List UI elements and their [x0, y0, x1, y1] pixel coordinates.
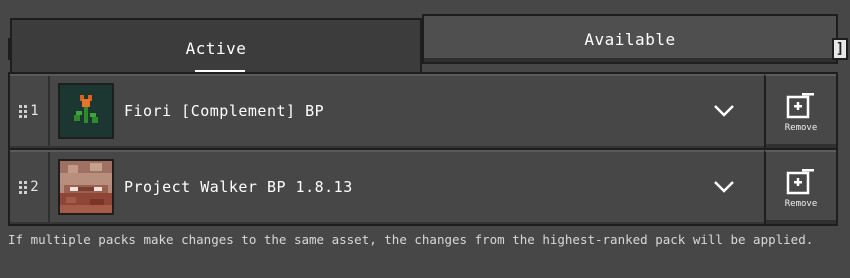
remove-label: Remove [784, 123, 818, 133]
chevron-down-icon[interactable] [704, 167, 744, 207]
resource-pack-manager: [ Active Available ] 1 [0, 0, 850, 278]
tab-strip: [ Active Available ] [8, 10, 848, 73]
grip-icon [19, 104, 28, 118]
pack-name: Project Walker BP 1.8.13 [124, 178, 353, 196]
remove-pack-icon [786, 93, 814, 119]
tab-available-label: Available [584, 29, 676, 49]
drag-handle[interactable]: 2 [10, 152, 50, 222]
tulip-pack-icon [58, 83, 114, 139]
pack-row: 2 Project Walker BP 1.8.13 Remove [10, 150, 836, 224]
bracket-right-key-hint: ] [832, 38, 848, 60]
pack-row-main[interactable]: 2 Project Walker BP 1.8.13 [10, 150, 764, 224]
drag-handle[interactable]: 1 [10, 76, 50, 146]
tab-active[interactable]: Active [10, 18, 422, 73]
chevron-down-icon[interactable] [704, 91, 744, 131]
tab-active-label: Active [185, 38, 247, 58]
remove-label: Remove [784, 199, 818, 209]
active-pack-list: 1 Fiori [Complement] BP Remove 2 Project… [8, 72, 838, 226]
walker-face-pack-icon [58, 159, 114, 215]
pack-rank: 1 [30, 103, 39, 119]
pack-priority-note: If multiple packs make changes to the sa… [8, 232, 814, 247]
pack-row: 1 Fiori [Complement] BP Remove [10, 74, 836, 148]
grip-icon [19, 180, 28, 194]
remove-pack-icon [786, 169, 814, 195]
pack-rank: 2 [30, 179, 39, 195]
pack-name: Fiori [Complement] BP [124, 102, 325, 120]
remove-button[interactable]: Remove [764, 150, 836, 224]
pack-row-main[interactable]: 1 Fiori [Complement] BP [10, 74, 764, 148]
remove-button[interactable]: Remove [764, 74, 836, 148]
tab-available[interactable]: Available [422, 14, 838, 64]
